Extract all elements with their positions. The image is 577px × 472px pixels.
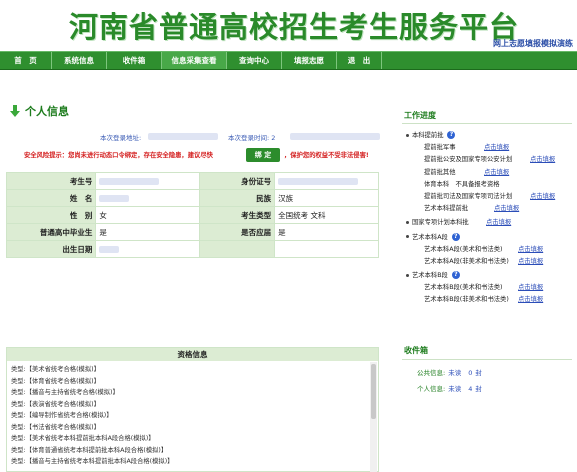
birth-date-value [95, 240, 201, 258]
qualification-panel: 资格信息 类型:【美术省统考合格(模拟)】 类型:【体育省统考合格(模拟)】 类… [6, 347, 379, 472]
main-content: 个人信息 本次登录地址: 本次登录时间: 2 安全风险提示：您尚未进行动态口令绑… [0, 72, 385, 472]
exam-type-label: 考生类型 [199, 206, 276, 224]
gender-value: 女 [95, 206, 201, 224]
tree-node: 艺术本科A段? [406, 232, 576, 244]
apply-link[interactable]: 点击填报 [530, 154, 555, 166]
tree-node: 艺术本科A段(非美术和书法类) 点击填报 [406, 256, 576, 268]
nav-info-collection[interactable]: 信息采集查看 [162, 52, 227, 69]
apply-link[interactable]: 点击填报 [530, 191, 555, 203]
qualification-header: 资格信息 [7, 348, 378, 361]
ethnicity-label: 民族 [199, 189, 276, 207]
divider [402, 359, 572, 360]
tree-node: 艺术本科提前批 点击填报 [406, 203, 576, 215]
divider [402, 123, 572, 124]
exam-number-value [95, 172, 201, 190]
tree-node: 本科提前批? [406, 130, 576, 142]
list-item: 类型:【播音与主持省统考合格(模拟)】 [11, 389, 119, 396]
progress-title: 工作进度 [404, 111, 436, 120]
header: 河南省普通高校招生考生服务平台 网上志愿填报模拟演练 [0, 0, 577, 50]
main-navbar: 首 页 系统信息 收件箱 信息采集查看 查询中心 填报志愿 退 出 [0, 51, 577, 70]
tree-node: 提前批公安及国家专项公安计划 点击填报 [406, 154, 576, 166]
nav-query-center[interactable]: 查询中心 [227, 52, 282, 69]
list-item: 类型:【编导制作省统考合格(模拟)】 [11, 412, 113, 419]
list-item: 类型:【美术省统考合格(模拟)】 [11, 366, 100, 373]
exam-number-label: 考生号 [5, 172, 97, 190]
tree-node: 提前批司法及国家专项司法计划 点击填报 [406, 191, 576, 203]
hs-graduate-value: 是 [95, 223, 201, 241]
tree-node: 体育本科 不具备报考资格 [424, 180, 500, 188]
tree-node: 艺术本科A段(美术和书法类) 点击填报 [406, 244, 576, 256]
section-title-text: 个人信息 [25, 105, 69, 118]
tree-node: 提前批其他 点击填报 [406, 167, 576, 179]
birth-date-label: 出生日期 [5, 240, 97, 258]
login-address-label: 本次登录地址: [100, 134, 142, 142]
hs-graduate-label: 普通高中毕业生 [5, 223, 97, 241]
login-time-label: 本次登录时间: 2 [228, 134, 276, 142]
current-grad-value: 是 [274, 223, 379, 241]
help-icon[interactable]: ? [451, 271, 460, 280]
qualification-list: 类型:【美术省统考合格(模拟)】 类型:【体育省统考合格(模拟)】 类型:【播音… [7, 361, 378, 471]
nav-inbox[interactable]: 收件箱 [107, 52, 162, 69]
sidebar: 工作进度 本科提前批? 提前批军事 点击填报 提前批公安及国家专项公安计划 点击填报… [392, 72, 577, 400]
login-time-value [290, 132, 380, 140]
apply-link[interactable]: 点击填报 [494, 203, 519, 215]
id-number-label: 身份证号 [199, 172, 276, 190]
tree-node: 国家专项计划本科批 点击填报 [406, 217, 576, 229]
list-item: 类型:【表演省统考合格(模拟)】 [11, 400, 100, 408]
help-icon[interactable]: ? [447, 131, 456, 139]
nav-logout[interactable]: 退 出 [337, 52, 382, 69]
list-item: 类型:【体育普通省统考本科提前批本科A段合格(模拟)】 [11, 446, 168, 454]
personal-info-title: 个人信息 [8, 102, 69, 120]
tree-node: 提前批军事 点击填报 [406, 142, 576, 154]
table-row: 性 别 女 考生类型 全国统考 文科 [5, 206, 379, 224]
table-row: 出生日期 [5, 240, 379, 258]
scroll-thumb[interactable] [371, 364, 376, 419]
table-row: 考生号 身份证号 [5, 172, 379, 190]
progress-tree: 本科提前批? 提前批军事 点击填报 提前批公安及国家专项公安计划 点击填报 提前批其… [406, 130, 576, 307]
tree-node: 艺术本科B段(非美术和书法类) 点击填报 [406, 294, 576, 306]
nav-system-info[interactable]: 系统信息 [52, 52, 107, 69]
list-item: 类型:【美术省统考本科提前批本科A段合格(模拟)】 [11, 435, 155, 442]
tree-node: 艺术本科B段? [406, 270, 576, 282]
name-label: 姓 名 [5, 189, 97, 207]
nav-home[interactable]: 首 页 [0, 52, 52, 69]
public-mail-row[interactable]: 公共信息: 未读 0 封 [417, 367, 482, 377]
bind-button[interactable]: 绑 定 [246, 148, 280, 162]
ethnicity-value: 汉族 [274, 189, 379, 207]
tree-node: 艺术本科B段(美术和书法类) 点击填报 [406, 282, 576, 294]
apply-link[interactable]: 点击填报 [518, 282, 543, 294]
help-icon[interactable]: ? [451, 232, 460, 241]
personal-info-table: 考生号 身份证号 姓 名 民族 汉族 性 别 女 考生类型 全国统考 文科 普通… [5, 172, 379, 258]
empty-label [199, 240, 276, 258]
table-row: 普通高中毕业生 是 是否应届 是 [5, 223, 379, 241]
id-number-value [274, 172, 379, 190]
apply-link[interactable]: 点击填报 [486, 217, 511, 229]
site-title: 河南省普通高校招生考生服务平台 [68, 10, 519, 44]
name-value [95, 189, 201, 207]
green-arrow-icon [8, 104, 22, 118]
apply-link[interactable]: 点击填报 [484, 142, 509, 154]
apply-link[interactable]: 点击填报 [518, 244, 543, 256]
table-row: 姓 名 民族 汉族 [5, 189, 379, 207]
current-grad-label: 是否应届 [199, 223, 276, 241]
exam-type-value: 全国统考 文科 [274, 206, 379, 224]
apply-link[interactable]: 点击填报 [518, 294, 543, 306]
login-address-value [148, 132, 218, 140]
gender-label: 性 别 [5, 206, 97, 224]
apply-link[interactable]: 点击填报 [484, 167, 509, 179]
security-warning-tail: ，保护您的权益不受非法侵害! [284, 152, 369, 159]
qualification-scrollbar[interactable] [370, 362, 377, 472]
mock-drill-tag: 网上志愿填报模拟演练 [493, 39, 573, 48]
personal-mail-row[interactable]: 个人信息: 未读 4 封 [417, 383, 482, 393]
apply-link[interactable]: 点击填报 [518, 256, 543, 268]
empty-value [274, 240, 379, 258]
inbox-title: 收件箱 [404, 346, 428, 355]
list-item: 类型:【体育省统考合格(模拟)】 [11, 377, 100, 385]
nav-fill-application[interactable]: 填报志愿 [282, 52, 337, 69]
list-item: 类型:【书法省统考合格(模拟)】 [11, 423, 100, 431]
list-item: 类型:【播音与主持省统考本科提前批本科A段合格(模拟)】 [11, 458, 174, 465]
